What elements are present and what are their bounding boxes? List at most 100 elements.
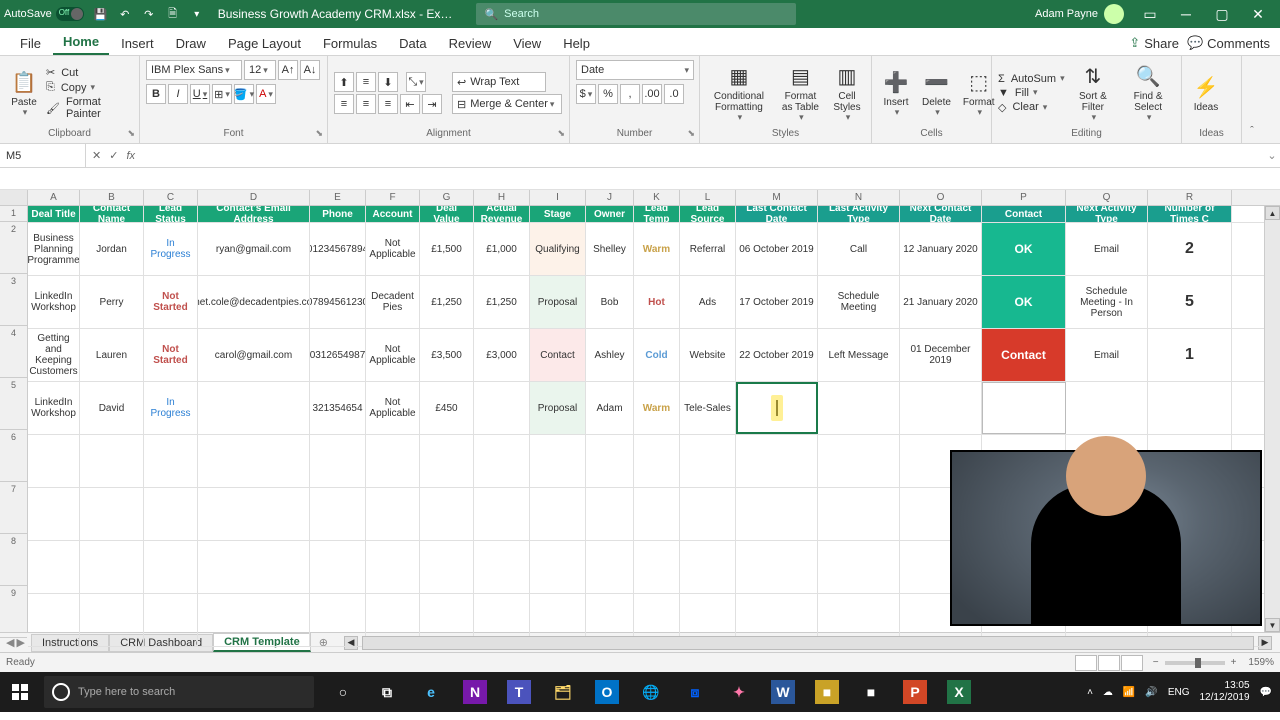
zoom-slider[interactable]: [1165, 661, 1225, 665]
cell[interactable]: Left Message: [818, 329, 900, 381]
cell[interactable]: [198, 488, 310, 540]
cell[interactable]: Shelley: [586, 223, 634, 275]
cell[interactable]: LinkedIn Workshop: [28, 382, 80, 434]
cell[interactable]: Warm: [634, 382, 680, 434]
cell[interactable]: [586, 488, 634, 540]
table-header[interactable]: Next Contact Date: [900, 206, 982, 222]
cell[interactable]: Ashley: [586, 329, 634, 381]
tab-view[interactable]: View: [503, 32, 551, 55]
table-header[interactable]: Lead Status: [144, 206, 198, 222]
powerpoint-app[interactable]: P: [894, 672, 936, 712]
redo-icon[interactable]: ↷: [140, 5, 158, 23]
align-right-button[interactable]: ≡: [378, 94, 398, 114]
cell[interactable]: [736, 382, 818, 434]
table-header[interactable]: Last Activity Type: [818, 206, 900, 222]
volume-icon[interactable]: 🔊: [1145, 687, 1157, 698]
cell[interactable]: Website: [680, 329, 736, 381]
cell[interactable]: 5: [1148, 276, 1232, 328]
increase-decimal-button[interactable]: .00: [642, 84, 662, 104]
cell[interactable]: [530, 435, 586, 487]
cell[interactable]: [80, 488, 144, 540]
language-indicator[interactable]: ENG: [1168, 687, 1190, 698]
row-header-1[interactable]: 1: [0, 206, 27, 222]
column-header-E[interactable]: E: [310, 190, 366, 205]
cell[interactable]: OK: [982, 223, 1066, 275]
ideas-button[interactable]: ⚡Ideas: [1188, 72, 1224, 115]
column-header-Q[interactable]: Q: [1066, 190, 1148, 205]
cell[interactable]: [310, 541, 366, 593]
table-header[interactable]: Next Activity Type: [1066, 206, 1148, 222]
cell[interactable]: 2: [1148, 223, 1232, 275]
taskview-button[interactable]: ⧉: [366, 672, 408, 712]
cell[interactable]: In Progress: [144, 223, 198, 275]
italic-button[interactable]: I: [168, 84, 188, 104]
sort-filter-button[interactable]: ⇅Sort & Filter▾: [1069, 61, 1118, 125]
enter-formula-button[interactable]: ✓: [109, 149, 118, 162]
decrease-indent-button[interactable]: ⇤: [400, 94, 420, 114]
cell[interactable]: [1066, 382, 1148, 434]
horizontal-scrollbar[interactable]: [362, 636, 1254, 650]
tab-review[interactable]: Review: [439, 32, 502, 55]
tab-formulas[interactable]: Formulas: [313, 32, 387, 55]
cell[interactable]: [1148, 382, 1232, 434]
align-left-button[interactable]: ≡: [334, 94, 354, 114]
conditional-formatting-button[interactable]: ▦Conditional Formatting▾: [706, 61, 772, 125]
align-center-button[interactable]: ≡: [356, 94, 376, 114]
cell[interactable]: 06 October 2019: [736, 223, 818, 275]
cell[interactable]: OK: [982, 276, 1066, 328]
touch-icon[interactable]: 🗎: [164, 5, 182, 23]
table-header[interactable]: Contact's Email Address: [198, 206, 310, 222]
cell[interactable]: [420, 435, 474, 487]
tab-data[interactable]: Data: [389, 32, 436, 55]
scroll-down-button[interactable]: ▼: [1265, 618, 1280, 632]
cell[interactable]: [366, 541, 420, 593]
fx-icon[interactable]: fx: [126, 150, 135, 162]
share-button[interactable]: ⇪Share: [1129, 35, 1179, 51]
cell[interactable]: 01234567894: [310, 223, 366, 275]
autosum-button[interactable]: ΣAutoSum▾: [998, 73, 1065, 85]
align-top-button[interactable]: ⬆: [334, 72, 354, 92]
table-header[interactable]: Phone: [310, 206, 366, 222]
column-header-F[interactable]: F: [366, 190, 420, 205]
cell[interactable]: 17 October 2019: [736, 276, 818, 328]
cell[interactable]: [530, 488, 586, 540]
clear-button[interactable]: ◇Clear▾: [998, 101, 1065, 114]
maximize-button[interactable]: ▢: [1204, 0, 1240, 28]
table-header[interactable]: Actual Revenue: [474, 206, 530, 222]
cell[interactable]: £450: [420, 382, 474, 434]
cell[interactable]: [28, 435, 80, 487]
cell[interactable]: [680, 541, 736, 593]
row-header-5[interactable]: 5: [0, 378, 27, 430]
cell[interactable]: [420, 541, 474, 593]
zoom-out-button[interactable]: −: [1153, 657, 1159, 668]
grow-font-button[interactable]: A↑: [278, 60, 298, 80]
column-header-J[interactable]: J: [586, 190, 634, 205]
view-pagebreak-button[interactable]: [1121, 655, 1143, 671]
table-header[interactable]: Contact Name: [80, 206, 144, 222]
cell[interactable]: £3,500: [420, 329, 474, 381]
table-header[interactable]: Deal Value: [420, 206, 474, 222]
cell[interactable]: Not Applicable: [366, 223, 420, 275]
cell[interactable]: [634, 435, 680, 487]
percent-button[interactable]: %: [598, 84, 618, 104]
cell[interactable]: Call: [818, 223, 900, 275]
view-pagelayout-button[interactable]: [1098, 655, 1120, 671]
view-normal-button[interactable]: [1075, 655, 1097, 671]
cell[interactable]: 22 October 2019: [736, 329, 818, 381]
cell[interactable]: Lauren: [80, 329, 144, 381]
font-size-select[interactable]: 12▾: [244, 60, 276, 80]
cell[interactable]: Cold: [634, 329, 680, 381]
tab-pagelayout[interactable]: Page Layout: [218, 32, 311, 55]
column-header-P[interactable]: P: [982, 190, 1066, 205]
cell[interactable]: [198, 382, 310, 434]
app-8[interactable]: ■: [806, 672, 848, 712]
column-header-D[interactable]: D: [198, 190, 310, 205]
app-9[interactable]: ■: [850, 672, 892, 712]
cell[interactable]: In Progress: [144, 382, 198, 434]
cell[interactable]: Perry: [80, 276, 144, 328]
cell[interactable]: [198, 435, 310, 487]
column-header-B[interactable]: B: [80, 190, 144, 205]
cell[interactable]: [530, 541, 586, 593]
autosave-toggle[interactable]: Off: [56, 7, 84, 21]
bold-button[interactable]: B: [146, 84, 166, 104]
